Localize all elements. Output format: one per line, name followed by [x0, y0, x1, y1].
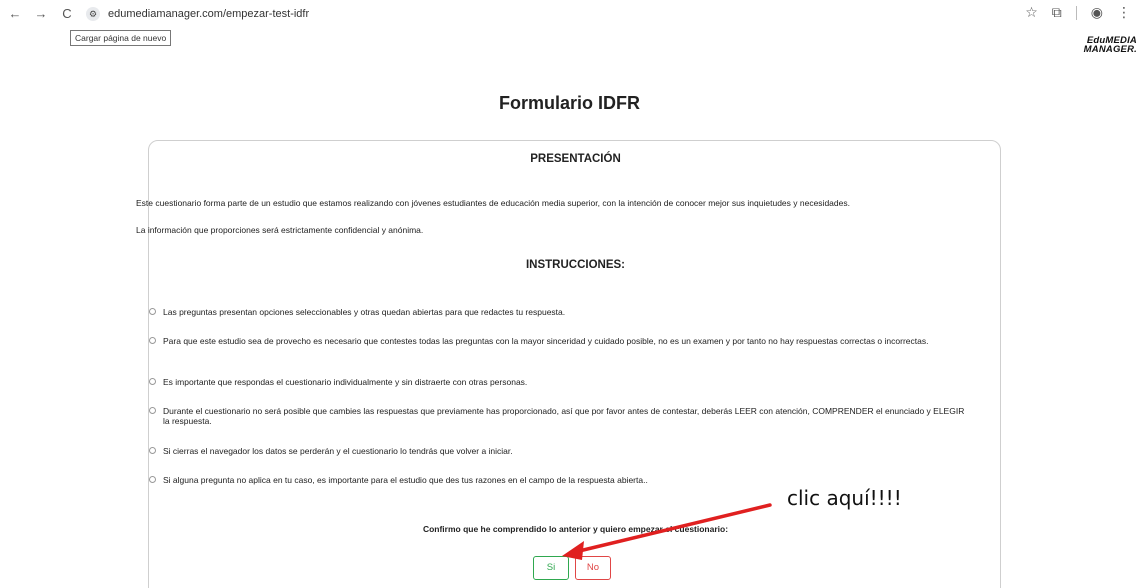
presentation-paragraph-2: La información que proporciones será est…	[136, 225, 424, 235]
instruction-item: Las preguntas presentan opciones selecci…	[149, 307, 973, 317]
instruction-item: Para que este estudio sea de provecho es…	[149, 336, 973, 346]
instruction-item: Es importante que respondas el cuestiona…	[149, 377, 973, 387]
extensions-icon[interactable]: ⧉	[1052, 4, 1062, 21]
bullet-icon	[149, 407, 156, 414]
form-card: PRESENTACIÓN Este cuestionario forma par…	[136, 140, 1001, 588]
browser-toolbar: ← → C ⚙ edumediamanager.com/empezar-test…	[0, 0, 1139, 28]
instruction-item: Si cierras el navegador los datos se per…	[149, 446, 973, 456]
bullet-icon	[149, 378, 156, 385]
forward-icon[interactable]: →	[32, 5, 50, 23]
address-bar[interactable]: ⚙ edumediamanager.com/empezar-test-idfr	[86, 4, 309, 24]
url-text: edumediamanager.com/empezar-test-idfr	[108, 8, 310, 20]
presentation-heading: PRESENTACIÓN	[530, 153, 621, 165]
page: ← → C ⚙ edumediamanager.com/empezar-test…	[0, 0, 1139, 588]
brand-line-2: MANAGER.	[1083, 44, 1137, 55]
instruction-item: Si alguna pregunta no aplica en tu caso,…	[149, 475, 973, 485]
star-icon[interactable]: ☆	[1025, 4, 1038, 21]
instruction-item: Durante el cuestionario no será posible …	[149, 406, 973, 426]
presentation-paragraph-1: Este cuestionario forma parte de un estu…	[136, 198, 850, 208]
back-icon[interactable]: ←	[6, 5, 24, 23]
yes-button[interactable]: Si	[533, 556, 569, 580]
bullet-icon	[149, 476, 156, 483]
bullet-icon	[149, 337, 156, 344]
no-button[interactable]: No	[575, 556, 611, 580]
site-settings-icon[interactable]: ⚙	[86, 7, 100, 21]
page-title: Formulario IDFR	[498, 93, 640, 113]
browser-actions: ☆ ⧉ ◉ ⋮	[1025, 4, 1131, 21]
reload-tooltip: Cargar página de nuevo	[70, 30, 172, 46]
annotation-label: clic aquí!!!!	[787, 486, 902, 510]
bullet-icon	[149, 308, 156, 315]
menu-icon[interactable]: ⋮	[1117, 4, 1131, 21]
toolbar-divider	[1075, 5, 1077, 20]
instructions-heading: INSTRUCCIONES:	[525, 259, 626, 271]
reload-icon[interactable]: C	[58, 5, 76, 23]
confirm-text: Confirmo que he comprendido lo anterior …	[422, 524, 729, 534]
bullet-icon	[149, 447, 156, 454]
profile-icon[interactable]: ◉	[1091, 4, 1103, 21]
brand-logo: EduMEDIA MANAGER.	[1083, 36, 1137, 55]
